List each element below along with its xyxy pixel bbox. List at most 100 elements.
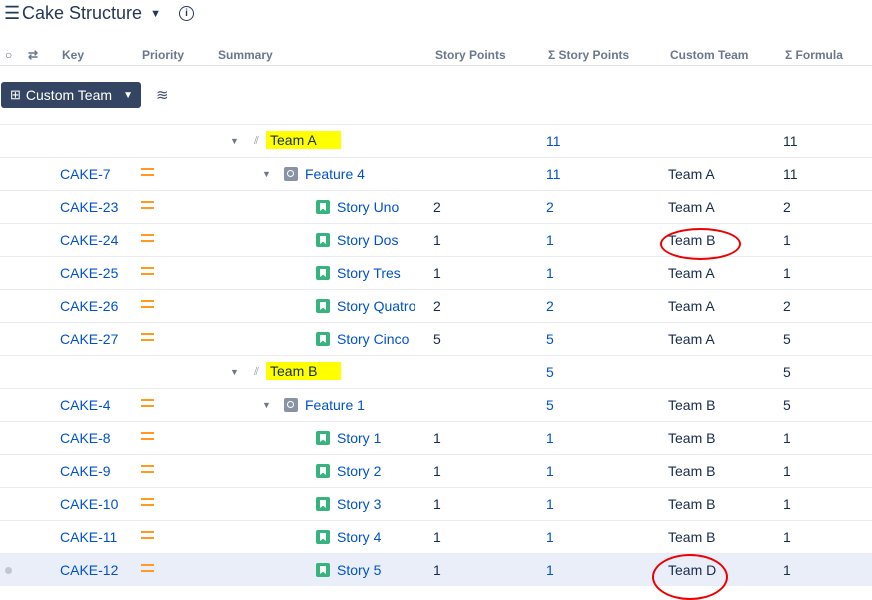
story-icon bbox=[316, 332, 330, 346]
issue-key[interactable]: CAKE-25 bbox=[60, 265, 118, 281]
custom-team: Team B bbox=[668, 463, 716, 479]
story-row[interactable]: CAKE-24 Story Dos 1 1 Team B1 bbox=[0, 223, 872, 256]
story-points: 1 bbox=[433, 562, 441, 578]
issue-key[interactable]: CAKE-9 bbox=[60, 463, 111, 479]
custom-team: Team B bbox=[668, 496, 716, 512]
header-key[interactable]: Key bbox=[62, 48, 84, 62]
collapse-icon[interactable]: ▼ bbox=[230, 367, 239, 377]
header-custom-team[interactable]: Custom Team bbox=[670, 48, 748, 62]
formula-value: 1 bbox=[783, 430, 791, 446]
story-icon bbox=[316, 563, 330, 577]
sum-story-points: 1 bbox=[546, 529, 554, 545]
summary-link[interactable]: Story Cinco bbox=[337, 331, 409, 347]
issue-key[interactable]: CAKE-27 bbox=[60, 331, 118, 347]
issue-key[interactable]: CAKE-8 bbox=[60, 430, 111, 446]
structure-menu-icon: ☰ bbox=[4, 3, 21, 23]
story-icon bbox=[316, 497, 330, 511]
issue-key[interactable]: CAKE-7 bbox=[60, 166, 111, 182]
story-row[interactable]: CAKE-25 Story Tres 1 1 Team A 1 bbox=[0, 256, 872, 289]
sum-story-points: 1 bbox=[546, 562, 554, 578]
info-icon[interactable]: i bbox=[178, 6, 194, 21]
formula-value: 11 bbox=[783, 166, 798, 182]
priority-medium-icon bbox=[141, 267, 154, 275]
sum-story-points: 5 bbox=[546, 397, 554, 413]
header-story-points[interactable]: Story Points bbox=[435, 48, 506, 62]
summary-link[interactable]: Story 5 bbox=[337, 562, 381, 578]
custom-team: Team B bbox=[668, 529, 716, 545]
issue-key[interactable]: CAKE-23 bbox=[60, 199, 118, 215]
story-row[interactable]: CAKE-23 Story Uno 2 2 Team A 2 bbox=[0, 190, 872, 223]
sum-story-points: 1 bbox=[546, 430, 554, 446]
summary-link[interactable]: Story Dos bbox=[337, 232, 398, 248]
feature-row[interactable]: CAKE-4 ▼ Feature 1 5 Team B 5 bbox=[0, 388, 872, 421]
collapse-icon[interactable]: ▼ bbox=[262, 400, 271, 410]
priority-medium-icon bbox=[141, 465, 154, 473]
group-row[interactable]: ▼ ⫽ Team A 11 11 bbox=[0, 124, 872, 157]
custom-team: Team A bbox=[668, 199, 715, 215]
formula-value: 5 bbox=[783, 397, 791, 413]
feature-icon bbox=[284, 398, 298, 412]
summary-link[interactable]: Story Quatro bbox=[337, 298, 415, 314]
formula-value: 5 bbox=[783, 331, 791, 347]
group-label: Team A bbox=[266, 131, 341, 149]
sum-story-points: 2 bbox=[546, 199, 554, 215]
formula-value: 1 bbox=[783, 265, 791, 281]
story-row[interactable]: CAKE-12 Story 5 1 1 Team D1 bbox=[0, 553, 872, 586]
summary-link[interactable]: Story 1 bbox=[337, 430, 381, 446]
header-summary[interactable]: Summary bbox=[218, 48, 273, 62]
issue-key[interactable]: CAKE-26 bbox=[60, 298, 118, 314]
issue-key[interactable]: CAKE-24 bbox=[60, 232, 118, 248]
summary-link[interactable]: Story Uno bbox=[337, 199, 399, 215]
story-row[interactable]: CAKE-8 Story 1 1 1 Team B 1 bbox=[0, 421, 872, 454]
story-points: 1 bbox=[433, 232, 441, 248]
header-sum-story-points[interactable]: Σ Story Points bbox=[548, 48, 629, 62]
sum-story-points: 11 bbox=[546, 133, 561, 149]
summary-link[interactable]: Story Tres bbox=[337, 265, 401, 281]
custom-team: Team A bbox=[668, 331, 715, 347]
formula-value: 11 bbox=[783, 133, 798, 149]
story-icon bbox=[316, 530, 330, 544]
group-row[interactable]: ▼ ⫽ Team B 5 5 bbox=[0, 355, 872, 388]
story-row[interactable]: CAKE-26 Story Quatro 2 2 Team A 2 bbox=[0, 289, 872, 322]
column-header: ○ ⇄ Key Priority Summary Story Points Σ … bbox=[0, 45, 872, 66]
issue-key[interactable]: CAKE-4 bbox=[60, 397, 111, 413]
custom-team: Team B bbox=[668, 430, 716, 446]
sum-story-points: 1 bbox=[546, 265, 554, 281]
summary-link[interactable]: Feature 1 bbox=[305, 397, 365, 413]
summary-link[interactable]: Story 3 bbox=[337, 496, 381, 512]
structure-grid: ▼ ⫽ Team A 11 11 CAKE-7 ▼ Feature 4 11 Team A 11 CA… bbox=[0, 124, 872, 586]
group-by-label: Custom Team bbox=[25, 87, 113, 103]
group-label: Team B bbox=[266, 362, 342, 380]
group-by-button[interactable]: ⊞ Custom Team ▼ bbox=[1, 82, 141, 108]
row-selected-dot bbox=[5, 567, 12, 574]
story-points: 1 bbox=[433, 430, 441, 446]
issue-key[interactable]: CAKE-10 bbox=[60, 496, 118, 512]
header-priority[interactable]: Priority bbox=[142, 48, 184, 62]
swap-icon[interactable]: ⇄ bbox=[28, 48, 38, 62]
sum-story-points: 1 bbox=[546, 496, 554, 512]
story-row[interactable]: CAKE-11 Story 4 1 1 Team B 1 bbox=[0, 520, 872, 553]
chevron-down-icon[interactable]: ▼ bbox=[150, 8, 161, 20]
summary-link[interactable]: Story 2 bbox=[337, 463, 381, 479]
story-points: 5 bbox=[433, 331, 441, 347]
sum-story-points: 2 bbox=[546, 298, 554, 314]
story-row[interactable]: CAKE-10 Story 3 1 1 Team B 1 bbox=[0, 487, 872, 520]
select-all-icon[interactable]: ○ bbox=[5, 48, 12, 62]
story-row[interactable]: CAKE-9 Story 2 1 1 Team B 1 bbox=[0, 454, 872, 487]
collapse-icon[interactable]: ▼ bbox=[230, 136, 239, 146]
summary-link[interactable]: Feature 4 bbox=[305, 166, 365, 182]
structure-title[interactable]: ☰ Cake Structure ▼ i bbox=[4, 3, 194, 24]
priority-medium-icon bbox=[141, 399, 154, 407]
custom-team: Team A bbox=[668, 166, 715, 182]
story-icon bbox=[316, 266, 330, 280]
header-formula[interactable]: Σ Formula bbox=[785, 48, 843, 62]
summary-link[interactable]: Story 4 bbox=[337, 529, 381, 545]
collapse-icon[interactable]: ▼ bbox=[262, 169, 271, 179]
add-layer-icon[interactable]: ≋ bbox=[156, 86, 169, 104]
issue-key[interactable]: CAKE-12 bbox=[60, 562, 118, 578]
priority-medium-icon bbox=[141, 531, 154, 539]
feature-row[interactable]: CAKE-7 ▼ Feature 4 11 Team A 11 bbox=[0, 157, 872, 190]
issue-key[interactable]: CAKE-11 bbox=[60, 529, 117, 545]
story-row[interactable]: CAKE-27 Story Cinco 5 5 Team A 5 bbox=[0, 322, 872, 355]
priority-medium-icon bbox=[141, 234, 154, 242]
